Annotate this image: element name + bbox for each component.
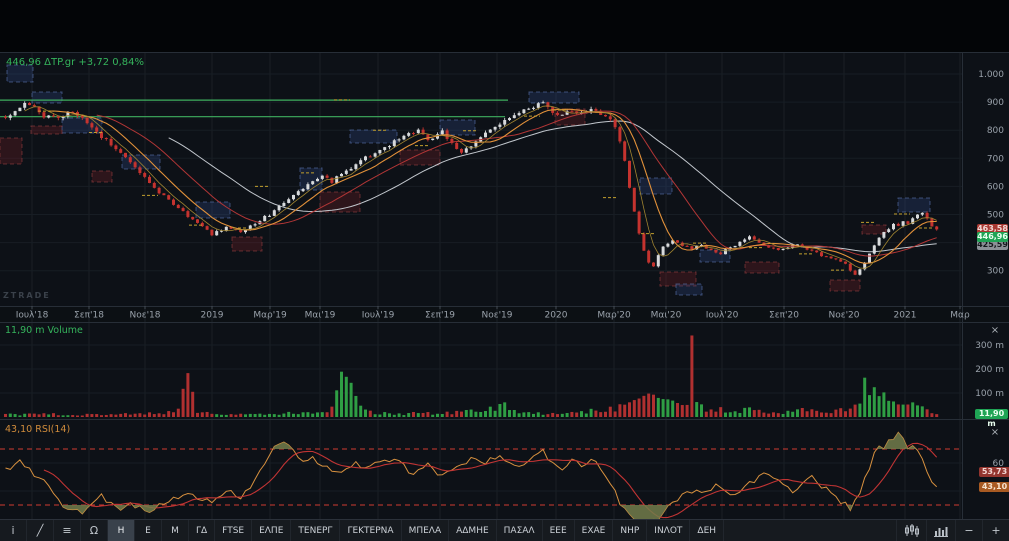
svg-text:2021: 2021 bbox=[894, 311, 917, 321]
svg-text:Μαρ'19: Μαρ'19 bbox=[253, 311, 287, 321]
svg-text:Σεπ'19: Σεπ'19 bbox=[425, 311, 455, 321]
toolbar-watchlist-group: ΓΔFTSEΕΛΠΕΤΕΝΕΡΓΓΕΚΤΕΡΝΑΜΠΕΛΑΑΔΜΗΕΠΑΣΑΛΕ… bbox=[189, 520, 724, 541]
svg-text:Σεπ'20: Σεπ'20 bbox=[769, 311, 799, 321]
top-strip bbox=[0, 0, 1009, 52]
omega-tools-icon[interactable]: Ω bbox=[81, 520, 108, 541]
watchlist-item-ΕΧΑΕ[interactable]: ΕΧΑΕ bbox=[575, 520, 614, 541]
watchlist-item-ΠΑΣΑΛ[interactable]: ΠΑΣΑΛ bbox=[497, 520, 543, 541]
svg-text:Νοε'20: Νοε'20 bbox=[828, 311, 859, 321]
indicators-list-icon[interactable]: ≡ bbox=[54, 520, 81, 541]
svg-text:Ιουλ'20: Ιουλ'20 bbox=[706, 311, 739, 321]
svg-text:200 m: 200 m bbox=[975, 365, 1004, 375]
svg-text:Μαρ'20: Μαρ'20 bbox=[597, 311, 631, 321]
info-icon[interactable]: i bbox=[0, 520, 27, 541]
rsi-indicator-label: 43,10 RSI(14) bbox=[5, 424, 70, 435]
watchlist-item-ΕΛΠΕ[interactable]: ΕΛΠΕ bbox=[252, 520, 291, 541]
ticker-legend: 446,96 ΔTP.gr +3,72 0,84% bbox=[6, 57, 144, 68]
svg-text:300: 300 bbox=[987, 267, 1004, 277]
chart-svg: 1.000900800700600500400300300 m200 m100 … bbox=[0, 0, 1009, 541]
svg-text:Ιουλ'19: Ιουλ'19 bbox=[362, 311, 395, 321]
ztrade-watermark: ZTRADE bbox=[3, 291, 51, 300]
svg-text:Μαι'19: Μαι'19 bbox=[305, 311, 336, 321]
svg-text:2019: 2019 bbox=[201, 311, 224, 321]
toolbar-spacer bbox=[724, 520, 896, 541]
timeframe-button-Μ[interactable]: Μ bbox=[162, 520, 189, 541]
watchlist-item-FTSE[interactable]: FTSE bbox=[215, 520, 252, 541]
svg-text:2020: 2020 bbox=[545, 311, 568, 321]
volume-value-tag: 11,90 m bbox=[975, 409, 1008, 419]
svg-text:900: 900 bbox=[987, 98, 1004, 108]
watchlist-item-ΓΔ[interactable]: ΓΔ bbox=[189, 520, 215, 541]
watchlist-item-ΜΠΕΛΑ[interactable]: ΜΠΕΛΑ bbox=[402, 520, 450, 541]
watchlist-item-ΕΕΕ[interactable]: ΕΕΕ bbox=[543, 520, 575, 541]
candlestick-chart-icon[interactable] bbox=[896, 520, 926, 541]
svg-text:600: 600 bbox=[987, 182, 1004, 192]
toolbar-right-group: − + bbox=[896, 520, 1009, 541]
trading-app: 1.000900800700600500400300300 m200 m100 … bbox=[0, 0, 1009, 541]
svg-text:Νοε'18: Νοε'18 bbox=[129, 311, 160, 321]
timeframe-button-Ε[interactable]: Ε bbox=[135, 520, 162, 541]
zoom-in-button[interactable]: + bbox=[982, 520, 1009, 541]
watchlist-item-ΝΗΡ[interactable]: ΝΗΡ bbox=[613, 520, 647, 541]
rsi-value-tag: 43,10 bbox=[979, 482, 1009, 492]
volume-pane-close-button[interactable]: × bbox=[988, 325, 1002, 337]
svg-text:Νοε'19: Νοε'19 bbox=[481, 311, 512, 321]
svg-text:Μαρ: Μαρ bbox=[950, 311, 970, 321]
rsi-signal-tag: 53,73 bbox=[979, 467, 1009, 477]
watchlist-item-ΔΕΗ[interactable]: ΔΕΗ bbox=[690, 520, 724, 541]
svg-text:500: 500 bbox=[987, 211, 1004, 221]
volume-histogram-icon[interactable] bbox=[926, 520, 955, 541]
zoom-out-button[interactable]: − bbox=[955, 520, 982, 541]
watchlist-item-ΓΕΚΤΕΡΝΑ[interactable]: ΓΕΚΤΕΡΝΑ bbox=[340, 520, 401, 541]
watchlist-item-ΑΔΜΗΕ[interactable]: ΑΔΜΗΕ bbox=[449, 520, 497, 541]
watchlist-item-ΤΕΝΕΡΓ[interactable]: ΤΕΝΕΡΓ bbox=[291, 520, 340, 541]
last-price-tag: 446,96 bbox=[977, 232, 1008, 242]
svg-text:800: 800 bbox=[987, 126, 1004, 136]
chart-canvas[interactable]: 1.000900800700600500400300300 m200 m100 … bbox=[0, 0, 1009, 519]
timeframe-button-Η[interactable]: Η bbox=[108, 520, 135, 541]
svg-text:1.000: 1.000 bbox=[978, 70, 1004, 80]
svg-text:Ιουλ'18: Ιουλ'18 bbox=[16, 311, 49, 321]
svg-text:100 m: 100 m bbox=[975, 389, 1004, 399]
watchlist-item-ΙΝΛΟΤ[interactable]: ΙΝΛΟΤ bbox=[647, 520, 690, 541]
svg-text:300 m: 300 m bbox=[975, 341, 1004, 351]
draw-line-icon[interactable]: ╱ bbox=[27, 520, 54, 541]
svg-text:Μαι'20: Μαι'20 bbox=[651, 311, 682, 321]
svg-text:Σεπ'18: Σεπ'18 bbox=[74, 311, 104, 321]
toolbar-left-group: i╱≡ΩΗΕΜ bbox=[0, 520, 189, 541]
svg-text:700: 700 bbox=[987, 154, 1004, 164]
bottom-toolbar: i╱≡ΩΗΕΜ ΓΔFTSEΕΛΠΕΤΕΝΕΡΓΓΕΚΤΕΡΝΑΜΠΕΛΑΑΔΜ… bbox=[0, 519, 1009, 541]
volume-indicator-label: 11,90 m Volume bbox=[5, 325, 83, 336]
